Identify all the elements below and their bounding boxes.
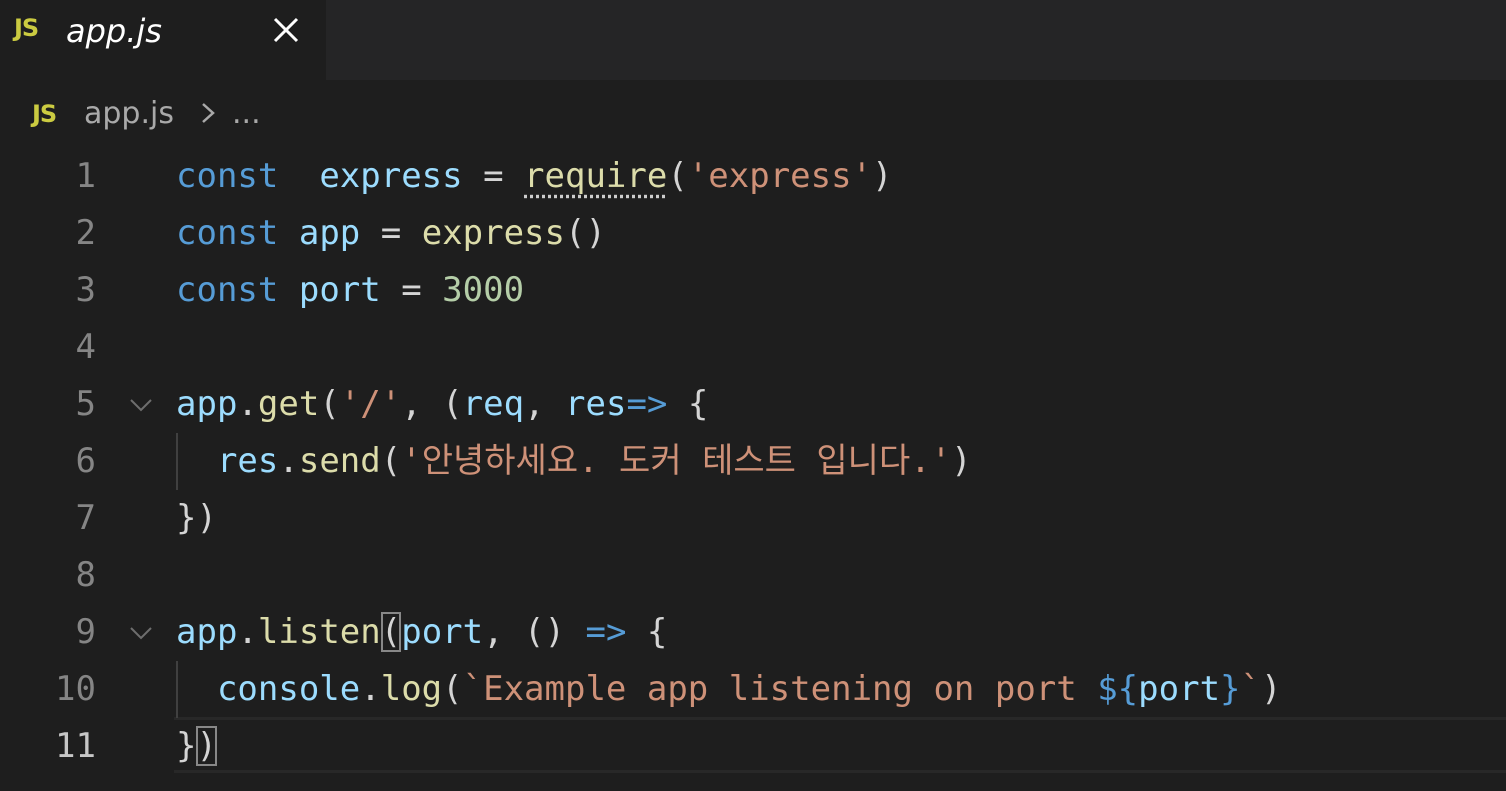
tab-app-js[interactable]: JS app.js (0, 0, 326, 80)
code-token: { (667, 384, 709, 424)
code-token: } (1220, 669, 1241, 709)
code-token: req (462, 384, 525, 424)
code-token: ) (1261, 669, 1282, 709)
line-number: 11 (55, 726, 96, 766)
code-token: ( (380, 441, 402, 481)
code-token: 'express' (687, 156, 873, 196)
code-token: log (380, 669, 443, 709)
line-number: 9 (75, 612, 96, 652)
code-token: ) (872, 156, 893, 196)
code-token: '안녕하세요. 도커 테스트 입니다.' (401, 441, 952, 481)
line-number: 10 (55, 669, 96, 709)
breadcrumb-file[interactable]: app.js (84, 96, 174, 131)
code-token: const (176, 156, 279, 196)
indent-guide (176, 661, 178, 718)
code-token: port (298, 270, 381, 310)
code-token: () (564, 213, 606, 253)
tab-bar: JS app.js (0, 0, 1506, 80)
code-token: get (257, 384, 320, 424)
code-token: => (626, 384, 668, 424)
code-token: const (176, 213, 279, 253)
code-token: . (360, 669, 381, 709)
js-file-icon: JS (14, 14, 39, 42)
code-line[interactable]: const port = 3000 (176, 262, 524, 319)
code-token: = (360, 213, 422, 253)
code-token: console (216, 669, 361, 709)
code-line[interactable]: const app = express() (176, 205, 606, 262)
code-token: res (565, 384, 627, 424)
code-token: ( (667, 156, 688, 196)
line-number: 3 (75, 270, 96, 310)
tab-title: app.js (66, 12, 162, 50)
line-number: 1 (75, 156, 96, 196)
code-token: app (176, 612, 238, 652)
code-line[interactable]: app.get('/', (req, res=> { (176, 376, 708, 433)
code-token: express (421, 213, 565, 253)
line-number: 5 (75, 384, 96, 424)
line-number: 7 (75, 498, 96, 538)
code-token: ) (951, 441, 972, 481)
code-token: }) (176, 498, 217, 538)
code-token: const (176, 270, 279, 310)
breadcrumb-more[interactable]: ... (232, 96, 261, 131)
chevron-right-icon (198, 98, 218, 136)
code-token: ( (380, 612, 402, 652)
code-token: port (1138, 669, 1221, 709)
code-token: , ( (401, 384, 463, 424)
code-token: ( (442, 669, 463, 709)
close-icon[interactable] (266, 10, 306, 50)
chevron-down-icon[interactable] (126, 376, 156, 433)
line-number: 2 (75, 213, 96, 253)
code-token: 3000 (442, 270, 525, 310)
code-token: , (524, 384, 566, 424)
code-token: require (524, 156, 668, 196)
code-token: ` (1240, 669, 1262, 709)
line-number: 8 (75, 555, 96, 595)
code-token: send (298, 441, 381, 481)
code-line[interactable]: console.log(`Example app listening on po… (176, 661, 1282, 718)
code-token: . (278, 441, 299, 481)
code-token: = (380, 270, 443, 310)
code-line[interactable]: res.send('안녕하세요. 도커 테스트 입니다.') (176, 433, 972, 490)
code-token: express (319, 156, 463, 196)
code-token: ( (319, 384, 340, 424)
code-token: listen (257, 612, 381, 652)
code-token: res (216, 441, 279, 481)
current-line-highlight (174, 717, 1506, 773)
indent-guide (176, 433, 178, 490)
line-number: 6 (75, 441, 96, 481)
code-line[interactable]: const express = require('express') (176, 148, 893, 205)
code-token: { (626, 612, 668, 652)
code-token: => (585, 612, 627, 652)
code-token: app (176, 384, 238, 424)
code-token: . (237, 384, 258, 424)
code-token: ${ (1097, 669, 1139, 709)
code-token: , () (483, 612, 586, 652)
breadcrumb: JS app.js ... (0, 94, 1506, 142)
code-token: '/' (339, 384, 402, 424)
code-token: `Example app listening on port (462, 669, 1098, 709)
code-token: port (401, 612, 484, 652)
code-token: = (462, 156, 525, 196)
js-file-icon: JS (32, 100, 57, 128)
line-number: 4 (75, 327, 96, 367)
code-line[interactable]: app.listen(port, () => { (176, 604, 667, 661)
chevron-down-icon[interactable] (126, 604, 156, 661)
code-token: . (237, 612, 258, 652)
code-line[interactable]: }) (176, 718, 217, 775)
code-token: app (298, 213, 361, 253)
code-line[interactable]: }) (176, 490, 217, 547)
